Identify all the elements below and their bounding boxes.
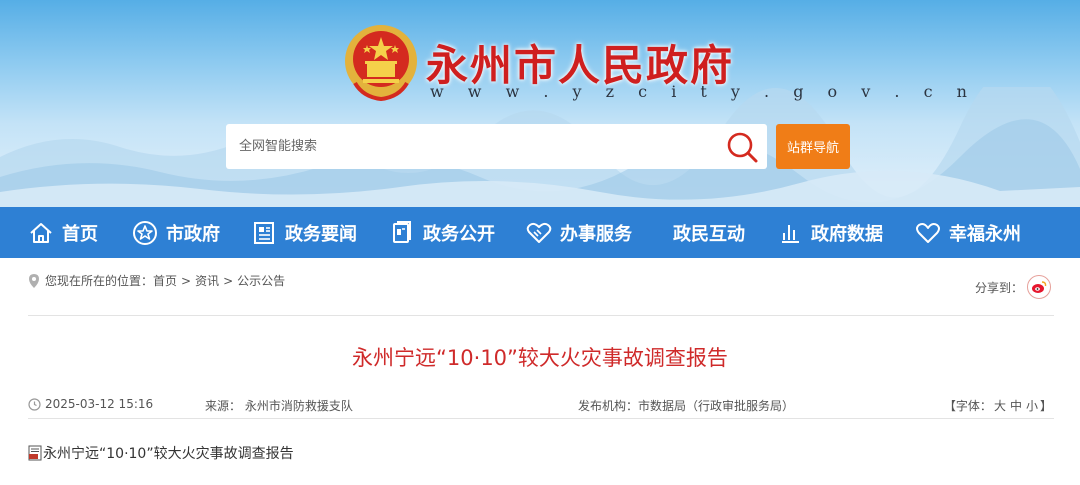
star-badge-icon <box>133 220 157 245</box>
font-size-large[interactable]: 大 <box>994 399 1006 413</box>
publish-datetime: 2025-03-12 15:16 <box>28 397 153 411</box>
national-emblem-icon <box>345 25 417 102</box>
nav-label: 首页 <box>62 223 98 245</box>
site-header: 永州市人民政府 w w w . y z c i t y . g o v . c … <box>0 0 1080 207</box>
breadcrumb-prefix: 您现在所在的位置： <box>45 274 154 288</box>
article-meta: 2025-03-12 15:16 来源： 永州市消防救援支队 发布机构：市数据局… <box>28 395 1054 415</box>
location-pin-icon <box>29 273 39 288</box>
nav-item-interaction[interactable]: 政民互动 <box>673 207 745 258</box>
nav-label: 政民互动 <box>673 223 745 245</box>
article-source: 来源： 永州市消防救援支队 <box>205 399 353 413</box>
breadcrumb-separator: > <box>223 273 234 288</box>
breadcrumb-home[interactable]: 首页 <box>153 272 177 289</box>
article-title: 永州宁远“10·10”较大火灾事故调查报告 <box>352 346 728 370</box>
font-size-small[interactable]: 小 <box>1026 399 1038 413</box>
nav-label: 市政府 <box>166 223 220 245</box>
nav-item-city-government[interactable]: 市政府 <box>132 207 220 258</box>
clock-icon <box>28 397 41 411</box>
divider <box>28 315 1054 316</box>
font-size-medium[interactable]: 中 <box>1010 399 1022 413</box>
search-icon[interactable] <box>725 130 759 164</box>
breadcrumb-separator: > <box>181 273 192 288</box>
bar-chart-icon <box>782 224 799 243</box>
newspaper-icon <box>254 221 274 244</box>
weibo-icon[interactable] <box>1027 275 1051 299</box>
article-publisher: 发布机构：市数据局（行政审批服务局） <box>578 399 795 413</box>
nav-item-home[interactable]: 首页 <box>28 207 98 258</box>
search-input[interactable] <box>226 124 696 169</box>
document-icon <box>393 220 411 243</box>
breadcrumb: 您现在所在的位置： 首页 > 资讯 > 公示公告 <box>28 272 285 289</box>
divider <box>28 418 1054 419</box>
handshake-icon <box>526 222 552 243</box>
attachment-label: 永州宁远“10·10”较大火灾事故调查报告 <box>43 446 294 462</box>
nav-item-services[interactable]: 办事服务 <box>526 207 632 258</box>
share-area: 分享到： <box>975 275 1051 299</box>
font-size-prefix: 【字体： <box>943 399 992 413</box>
share-label: 分享到： <box>974 280 1023 295</box>
font-size-suffix: 】 <box>1039 399 1052 413</box>
breadcrumb-announcements[interactable]: 公示公告 <box>237 272 285 289</box>
heart-icon <box>916 222 940 243</box>
nav-item-news[interactable]: 政务要闻 <box>251 207 357 258</box>
nav-label: 政务公开 <box>423 223 495 245</box>
nav-item-government-data[interactable]: 政府数据 <box>777 207 883 258</box>
site-url: w w w . y z c i t y . g o v . c n <box>430 82 977 101</box>
pdf-file-icon <box>28 445 42 461</box>
site-group-nav-button[interactable]: 站群导航 <box>776 124 850 169</box>
nav-label: 办事服务 <box>560 223 632 245</box>
breadcrumb-news[interactable]: 资讯 <box>195 272 219 289</box>
nav-label: 幸福永州 <box>949 223 1021 245</box>
nav-item-happy-yongzhou[interactable]: 幸福永州 <box>915 207 1021 258</box>
font-size-control: 【字体：大中小】 <box>944 397 1052 414</box>
search-bar <box>226 124 767 169</box>
attachment-link[interactable]: 永州宁远“10·10”较大火灾事故调查报告 <box>28 443 294 463</box>
nav-item-government-affairs-public[interactable]: 政务公开 <box>389 207 495 258</box>
nav-label: 政府数据 <box>811 223 883 245</box>
main-navbar: 首页 市政府 政务要闻 政务公开 办事服务 政民互动 政府数据 幸福永州 <box>0 207 1080 258</box>
nav-label: 政务要闻 <box>285 223 357 245</box>
home-icon <box>30 222 52 243</box>
datetime-text: 2025-03-12 15:16 <box>45 397 154 411</box>
